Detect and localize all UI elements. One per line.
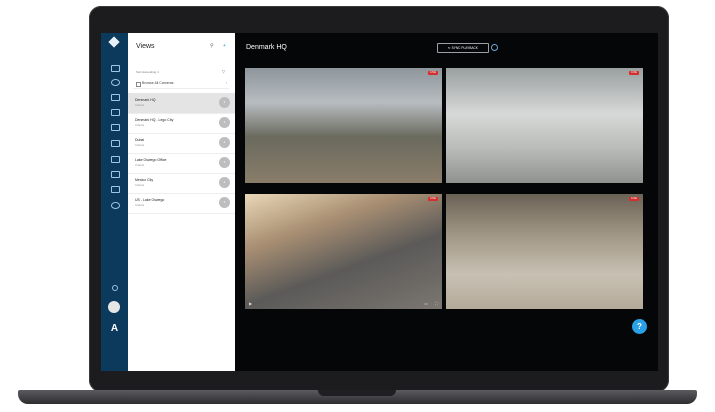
browse-all-cameras[interactable]: Browse All Cameras › (133, 80, 229, 89)
icon-rail: A (101, 33, 128, 371)
list-item[interactable]: Denmark HQ 4 items 4 (128, 93, 235, 114)
info-icon[interactable] (491, 44, 498, 51)
brand-logo-icon: A (110, 323, 119, 334)
calendar-icon[interactable] (111, 65, 120, 72)
view-badge: 4 (219, 97, 230, 108)
view-count: 4 items (135, 143, 145, 147)
camera-feed-2[interactable]: LIVE (446, 68, 643, 183)
view-badge: 4 (219, 177, 230, 188)
filter-icon[interactable]: ▽ (222, 69, 225, 74)
view-name: Lake Oswego Office (135, 158, 167, 162)
live-badge: LIVE (629, 71, 639, 75)
view-badge: 4 (219, 197, 230, 208)
view-badge: 4 (219, 157, 230, 168)
pip-icon[interactable]: ▭ (424, 301, 428, 306)
list-item[interactable]: Mexico City 4 items 4 (128, 173, 235, 194)
users-icon[interactable] (111, 171, 120, 178)
avatar[interactable] (108, 301, 120, 313)
view-count: 4 items (135, 203, 145, 207)
view-badge: 4 (219, 117, 230, 128)
view-name: US - Lake Oswego (135, 198, 165, 202)
views-title: Views (136, 43, 155, 50)
view-name: Mexico City (135, 178, 154, 182)
view-count: 4 items (135, 123, 145, 127)
laptop-notch (318, 390, 396, 396)
camera-feed-4[interactable]: LIVE (446, 194, 643, 309)
building-icon[interactable] (111, 156, 120, 163)
views-panel: Views ⚲ + Sort Ascending ∨ ▽ Browse All … (128, 33, 235, 371)
camera-list-icon (136, 82, 141, 87)
logo-icon[interactable] (108, 36, 120, 48)
live-badge: LIVE (629, 197, 639, 201)
page-title: Denmark HQ (246, 44, 287, 51)
notification-icon[interactable] (112, 285, 118, 291)
live-badge: LIVE (428, 197, 438, 201)
play-icon[interactable]: ▶ (249, 301, 252, 306)
view-name: Dubai (135, 138, 145, 142)
wrench-icon[interactable] (111, 124, 120, 131)
add-icon[interactable]: + (223, 44, 228, 49)
chart-icon[interactable] (111, 109, 120, 116)
list-item[interactable]: Lake Oswego Office 4 items 4 (128, 153, 235, 174)
browse-label: Browse All Cameras (142, 81, 174, 85)
view-name: Denmark HQ (135, 98, 156, 102)
view-count: 4 items (135, 103, 145, 107)
fullscreen-icon[interactable]: ⛶ (435, 301, 438, 306)
sync-playback-button[interactable]: ↻ SYNC PLAYBACK (437, 43, 489, 53)
view-badge: 4 (219, 137, 230, 148)
camera-feed-3[interactable]: LIVE ▶ ▭ ⛶ (245, 194, 442, 309)
live-badge: LIVE (428, 71, 438, 75)
help-button[interactable]: ? (632, 319, 647, 334)
link-icon[interactable] (111, 140, 120, 147)
camera-icon[interactable] (111, 94, 120, 101)
gear-icon[interactable] (111, 202, 120, 209)
eye-icon[interactable] (111, 79, 120, 86)
list-item[interactable]: Dubai 4 items 4 (128, 133, 235, 154)
camera-feed-1[interactable]: LIVE (245, 68, 442, 183)
view-count: 4 items (135, 163, 145, 167)
view-name: Denmark HQ - Lego City (135, 118, 174, 122)
sort-dropdown[interactable]: Sort Ascending ∨ (136, 70, 159, 74)
view-count: 4 items (135, 183, 145, 187)
door-icon[interactable] (111, 186, 120, 193)
search-icon[interactable]: ⚲ (210, 44, 215, 49)
chevron-right-icon: › (225, 81, 227, 85)
app-screen: A Views ⚲ + Sort Ascending ∨ ▽ Browse Al… (101, 33, 658, 371)
list-item[interactable]: US - Lake Oswego 4 items 4 (128, 193, 235, 214)
list-item[interactable]: Denmark HQ - Lego City 4 items 4 (128, 113, 235, 134)
